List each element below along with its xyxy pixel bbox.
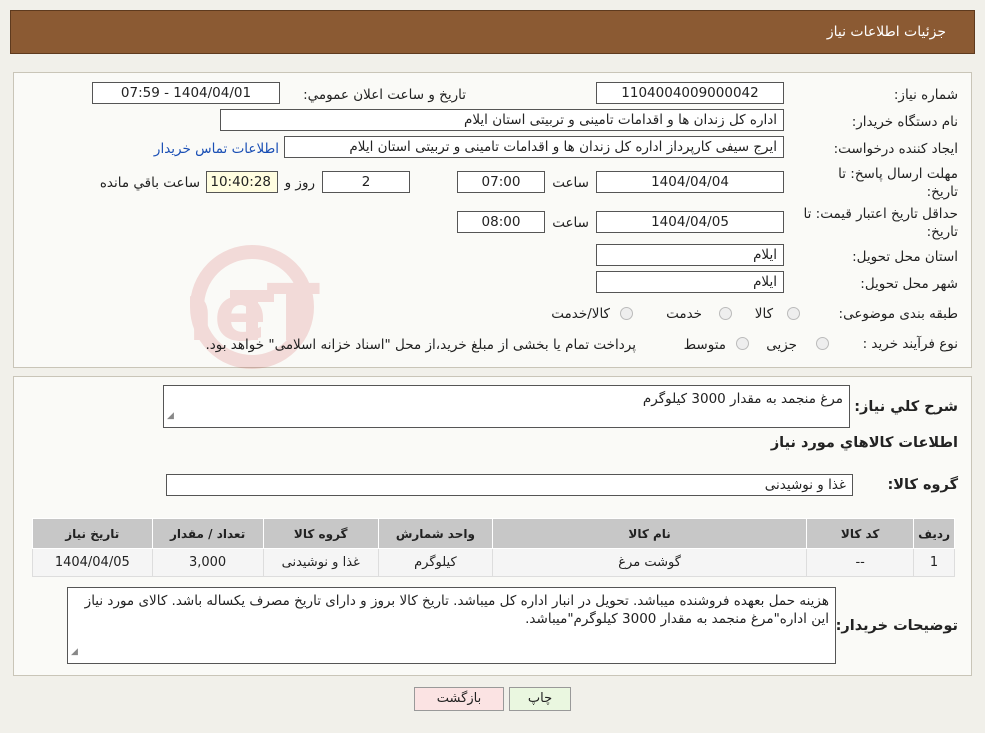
cell-goods-group: غذا و نوشیدنی (262, 548, 379, 577)
general-desc-text: مرغ منجمد به مقدار 3000 کیلوگرم (642, 391, 843, 407)
col-unit: واحد شمارش (377, 518, 493, 549)
deadline-label: مهلت ارسال پاسخ: تا (838, 166, 958, 182)
page-header: جزئیات اطلاعات نیاز (10, 10, 975, 54)
buyer-notes-label: توضیحات خریدار: (835, 618, 958, 634)
col-goods-group: گروه کالا (262, 518, 379, 549)
province-field: ایلام (596, 244, 784, 266)
deadline-time-label: ساعت (552, 175, 589, 191)
goods-table: ردیف کد کالا نام کالا واحد شمارش گروه کا… (32, 518, 955, 577)
col-need-date: تاریخ نیاز (32, 518, 153, 549)
goods-group-label: گروه کالا: (887, 477, 958, 493)
process-note: پرداخت تمام یا بخشی از مبلغ خرید،از محل … (205, 337, 636, 353)
deadline-time-field: 07:00 (457, 171, 545, 193)
cell-need-date: 1404/04/05 (32, 548, 153, 577)
validity-date-field: 1404/04/05 (596, 211, 784, 233)
validity-time-label: ساعت (552, 215, 589, 231)
days-field: 2 (322, 171, 410, 193)
goods-group-field: غذا و نوشیدنی (166, 474, 853, 496)
process-label: نوع فرآیند خرید : (862, 336, 958, 352)
buyer-notes-field: هزینه حمل بعهده فروشنده میباشد. تحویل در… (67, 587, 836, 664)
city-field: ایلام (596, 271, 784, 293)
buyer-org-field: اداره کل زندان ها و اقدامات تامینی و ترب… (220, 109, 784, 131)
col-goods-name: نام کالا (491, 518, 808, 549)
remaining-label: ساعت باقي مانده (99, 175, 200, 191)
need-number-label: شماره نیاز: (893, 87, 958, 103)
category-radio-goods-service[interactable] (620, 307, 633, 320)
resize-grip-icon[interactable]: ◢ (167, 407, 174, 425)
table-header-row: ردیف کد کالا نام کالا واحد شمارش گروه کا… (32, 518, 955, 549)
general-desc-field: مرغ منجمد به مقدار 3000 کیلوگرم ◢ (163, 385, 850, 428)
goods-info-title: اطلاعات کالاهاي مورد نياز (770, 435, 958, 451)
city-label: شهر محل تحویل: (860, 276, 958, 292)
cell-unit: کیلوگرم (377, 548, 493, 577)
deadline-date-field: 1404/04/04 (596, 171, 784, 193)
process-option-medium: متوسط (683, 337, 726, 353)
page-title: جزئیات اطلاعات نیاز (826, 24, 946, 40)
announce-datetime-field: 1404/04/01 - 07:59 (92, 82, 280, 104)
table-row: 1 -- گوشت مرغ کیلوگرم غذا و نوشیدنی 3,00… (32, 548, 955, 577)
category-label: طبقه بندی موضوعی: (838, 306, 958, 322)
category-radio-goods[interactable] (787, 307, 800, 320)
category-option-goods: کالا (754, 306, 773, 322)
general-desc-label: شرح کلي نياز: (854, 399, 958, 415)
remaining-time-field: 10:40:28 (206, 171, 278, 193)
announce-label: تاریخ و ساعت اعلان عمومي: (303, 87, 466, 103)
process-option-minor: جزیی (766, 337, 797, 353)
creator-field: ایرج سیفی کارپرداز اداره کل زندان ها و ا… (284, 136, 784, 158)
resize-grip-icon[interactable]: ◢ (71, 643, 78, 661)
province-label: استان محل تحویل: (852, 249, 958, 265)
validity-time-field: 08:00 (457, 211, 545, 233)
category-radio-service[interactable] (719, 307, 732, 320)
creator-label: ایجاد کننده درخواست: (833, 141, 958, 157)
deadline-label-2: تاریخ: (926, 184, 958, 200)
col-goods-code: کد کالا (806, 518, 915, 549)
cell-row-number: 1 (913, 548, 955, 577)
need-number-field: 1104004009000042 (596, 82, 784, 104)
cell-goods-name: گوشت مرغ (491, 548, 808, 577)
category-option-service: خدمت (666, 306, 702, 322)
category-option-goods-service: کالا/خدمت (551, 306, 610, 322)
validity-label: حداقل تاریخ اعتبار قیمت: تا (803, 206, 958, 222)
buyer-notes-text: هزینه حمل بعهده فروشنده میباشد. تحویل در… (84, 593, 829, 627)
validity-label-2: تاریخ: (926, 224, 958, 240)
process-radio-minor[interactable] (816, 337, 829, 350)
cell-quantity: 3,000 (151, 548, 264, 577)
back-button[interactable]: بازگشت (414, 687, 504, 711)
process-radio-medium[interactable] (736, 337, 749, 350)
buyer-org-label: نام دستگاه خریدار: (851, 114, 958, 130)
col-quantity: تعداد / مقدار (151, 518, 264, 549)
print-button[interactable]: چاپ (509, 687, 571, 711)
days-label: روز و (284, 175, 315, 191)
col-row-number: ردیف (913, 518, 955, 549)
buyer-contact-link[interactable]: اطلاعات تماس خریدار (154, 141, 279, 157)
cell-goods-code: -- (806, 548, 915, 577)
